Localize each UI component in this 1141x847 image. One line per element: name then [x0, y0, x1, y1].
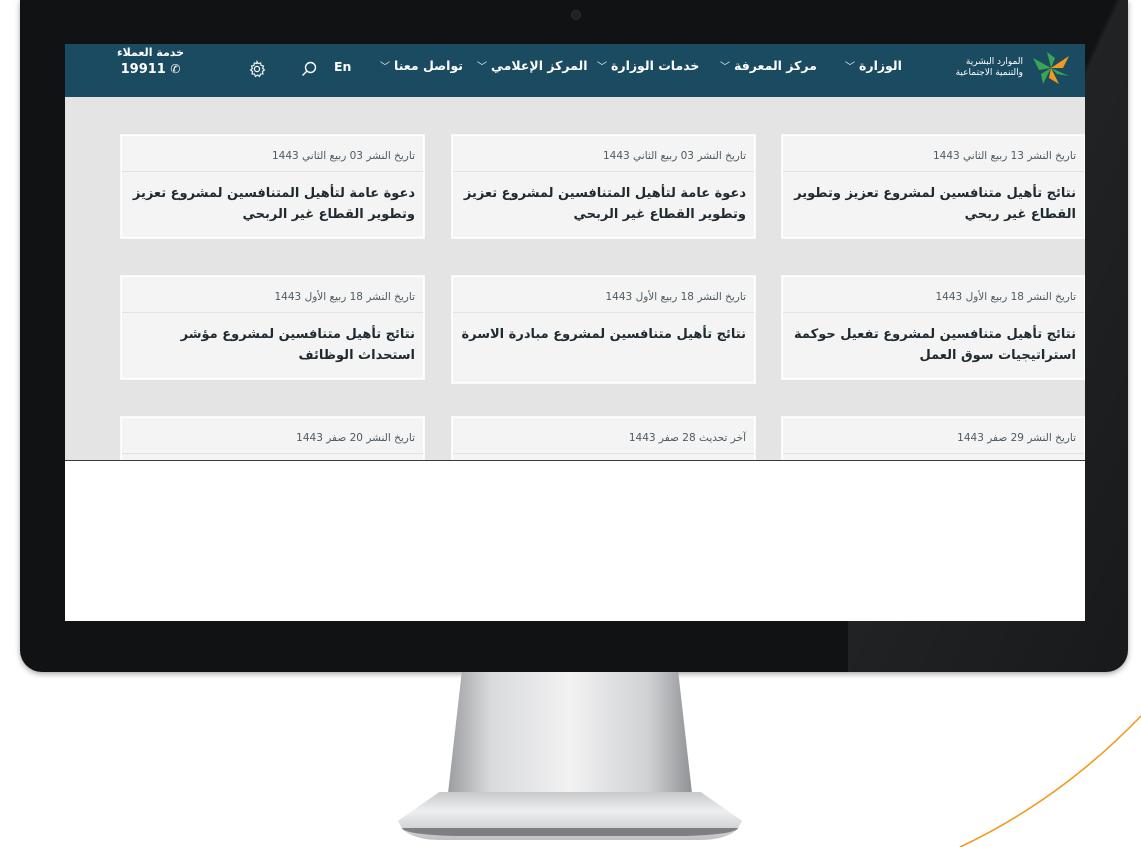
- monitor-screen: الموارد البشرية والتنمية الاجتماعية الوز…: [65, 44, 1085, 621]
- news-card[interactable]: آخر تحديث 28 صفر 1443: [452, 417, 755, 460]
- news-grid: تاريخ النشر 13 ربيع الثاني 1443 نتائج تأ…: [65, 97, 1085, 460]
- card-date: تاريخ النشر 20 صفر 1443: [122, 418, 423, 454]
- card-date: تاريخ النشر 03 ربيع الثاني 1443: [453, 136, 754, 172]
- chevron-down-icon: ﹀: [477, 62, 487, 73]
- customer-service-label: خدمة العملاء: [117, 46, 185, 59]
- blank-screen-area: [65, 460, 1085, 621]
- chevron-down-icon: ﹀: [720, 62, 730, 73]
- chevron-down-icon: ﹀: [597, 62, 607, 73]
- customer-service-number: 19911: [120, 62, 166, 77]
- card-date: تاريخ النشر 13 ربيع الثاني 1443: [783, 136, 1084, 172]
- customer-service[interactable]: خدمة العملاء 19911 ✆: [117, 46, 184, 79]
- news-card[interactable]: تاريخ النشر 13 ربيع الثاني 1443 نتائج تأ…: [782, 135, 1085, 238]
- search-icon[interactable]: [298, 58, 320, 80]
- card-date: تاريخ النشر 18 ربيع الأول 1443: [453, 277, 754, 313]
- monitor-stand-neck: [447, 672, 693, 802]
- card-title[interactable]: نتائج تأهيل متنافسين لمشروع تفعيل حوكمة …: [783, 313, 1084, 378]
- card-date: آخر تحديث 28 صفر 1443: [453, 418, 754, 454]
- card-title[interactable]: نتائج تأهيل متنافسين لمشروع تعزيز وتطوير…: [783, 172, 1084, 237]
- nav-item-ministry[interactable]: الوزارة ﹀: [845, 58, 902, 73]
- logo-line-2: والتنمية الاجتماعية: [955, 68, 1023, 78]
- card-date: تاريخ النشر 29 صفر 1443: [783, 418, 1084, 454]
- news-card[interactable]: تاريخ النشر 18 ربيع الأول 1443 نتائج تأه…: [121, 276, 424, 379]
- gear-icon[interactable]: [246, 58, 268, 80]
- card-date: تاريخ النشر 18 ربيع الأول 1443: [783, 277, 1084, 313]
- phone-icon: ✆: [170, 62, 181, 76]
- card-title[interactable]: دعوة عامة لتأهيل المتنافسين لمشروع تعزيز…: [453, 172, 754, 237]
- nav-item-ministry-services[interactable]: خدمات الوزارة ﹀: [597, 58, 699, 73]
- ministry-logo[interactable]: الموارد البشرية والتنمية الاجتماعية: [956, 50, 1073, 86]
- nav-item-knowledge-center[interactable]: مركز المعرفة ﹀: [720, 58, 817, 73]
- news-card[interactable]: تاريخ النشر 20 صفر 1443: [121, 417, 424, 460]
- card-title[interactable]: دعوة عامة لتأهيل المتنافسين لمشروع تعزيز…: [122, 172, 423, 237]
- camera-icon: [571, 10, 581, 20]
- nav-item-media-center[interactable]: المركز الإعلامي ﹀: [477, 58, 588, 73]
- news-card[interactable]: تاريخ النشر 29 صفر 1443: [782, 417, 1085, 460]
- top-navigation: الموارد البشرية والتنمية الاجتماعية الوز…: [65, 44, 1085, 97]
- card-title[interactable]: نتائج تأهيل متنافسين لمشروع مبادرة الاسر…: [453, 313, 754, 357]
- news-card[interactable]: تاريخ النشر 03 ربيع الثاني 1443 دعوة عام…: [121, 135, 424, 238]
- news-card[interactable]: تاريخ النشر 18 ربيع الأول 1443 نتائج تأه…: [782, 276, 1085, 379]
- logo-mark-icon: [1033, 52, 1069, 84]
- nav-item-contact-us[interactable]: تواصل معنا ﹀: [380, 58, 463, 73]
- language-toggle[interactable]: En: [334, 59, 351, 74]
- card-date: تاريخ النشر 03 ربيع الثاني 1443: [122, 136, 423, 172]
- card-date: تاريخ النشر 18 ربيع الأول 1443: [122, 277, 423, 313]
- card-title[interactable]: نتائج تأهيل متنافسين لمشروع مؤشر استحداث…: [122, 313, 423, 378]
- monitor-bezel: الموارد البشرية والتنمية الاجتماعية الوز…: [20, 0, 1128, 672]
- news-card[interactable]: تاريخ النشر 18 ربيع الأول 1443 نتائج تأه…: [452, 276, 755, 383]
- news-card[interactable]: تاريخ النشر 03 ربيع الثاني 1443 دعوة عام…: [452, 135, 755, 238]
- chevron-down-icon: ﹀: [845, 62, 855, 73]
- logo-line-1: الموارد البشرية: [965, 57, 1023, 67]
- chevron-down-icon: ﹀: [380, 62, 390, 73]
